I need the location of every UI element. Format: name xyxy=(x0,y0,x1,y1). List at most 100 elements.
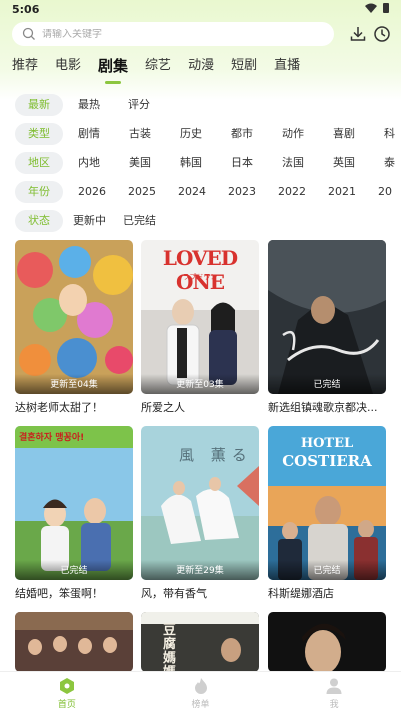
filter-label-type: 类型 xyxy=(15,123,63,145)
bottom-nav-profile[interactable]: 我 xyxy=(267,672,401,713)
series-card[interactable]: 豆腐媽媽 xyxy=(141,612,259,672)
episode-badge: 更新至29集 xyxy=(141,560,259,580)
filter-option[interactable]: 内地 xyxy=(78,152,129,174)
series-title: 达树老师太甜了！ xyxy=(15,401,103,414)
poster-image xyxy=(268,612,386,672)
filter-label-year: 年份 xyxy=(15,181,63,203)
wifi-icon xyxy=(365,3,377,13)
tab-live[interactable]: 直播 xyxy=(274,55,300,81)
bottom-nav-label: 首页 xyxy=(57,700,76,710)
poster-image: 결혼하자 맹꽁아! 已完结 xyxy=(15,426,133,580)
ranking-icon xyxy=(194,678,207,694)
poster-image: 風 薫る 更新至29集 xyxy=(141,426,259,580)
tab-anime[interactable]: 动漫 xyxy=(188,55,214,81)
poster-title-text: 결혼하자 맹꽁아! xyxy=(19,433,85,443)
filter-label-status: 状态 xyxy=(15,210,63,232)
bottom-nav-label: 我 xyxy=(329,700,339,710)
bottom-nav-home[interactable]: 首页 xyxy=(0,672,134,713)
poster-subtitle-text: COSTIERA xyxy=(282,452,372,470)
filter-option[interactable]: 2023 xyxy=(228,181,278,203)
status-icons xyxy=(365,3,389,13)
tab-movie[interactable]: 电影 xyxy=(55,55,81,81)
status-bar: 5:06 xyxy=(0,0,401,18)
filter-row-region: 地区 内地 美国 韩国 日本 法国 英国 泰 xyxy=(0,152,401,181)
poster-image: LOVED ONE ラブドワン 更新至03集 xyxy=(141,240,259,394)
filter-option[interactable]: 2025 xyxy=(128,181,178,203)
search-input[interactable] xyxy=(42,28,302,40)
series-card[interactable]: 風 薫る 更新至29集 风，带有香气 xyxy=(141,426,259,601)
poster-image: HOTEL COSTIERA 已完结 xyxy=(268,426,386,580)
series-title: 新选组镇魂歌京都决... xyxy=(268,401,378,414)
filter-option[interactable]: 泰 xyxy=(384,152,401,174)
filter-label-region: 地区 xyxy=(15,152,63,174)
filter-option[interactable]: 美国 xyxy=(129,152,180,174)
series-title: 所爱之人 xyxy=(141,401,185,414)
filter-option[interactable]: 历史 xyxy=(180,123,231,145)
filter-option[interactable]: 剧情 xyxy=(78,123,129,145)
filter-option[interactable]: 2021 xyxy=(328,181,378,203)
bottom-nav-label: 榜单 xyxy=(191,700,210,710)
episode-badge: 已完结 xyxy=(268,560,386,580)
category-tabs: 推荐 电影 剧集 综艺 动漫 短剧 直播 xyxy=(12,55,317,81)
poster-title-text: 豆腐媽媽 xyxy=(163,623,177,673)
poster-image: 更新至04集 xyxy=(15,240,133,394)
filter-option[interactable]: 古装 xyxy=(129,123,180,145)
poster-title-text: 風 薫る xyxy=(179,446,253,464)
filter-option[interactable]: 最热 xyxy=(78,94,128,116)
filter-option[interactable]: 2024 xyxy=(178,181,228,203)
series-title: 科斯缇娜酒店 xyxy=(268,587,334,600)
filter-sort-latest[interactable]: 最新 xyxy=(15,94,63,116)
filter-row-type: 类型 剧情 古装 历史 都市 动作 喜剧 科 xyxy=(0,123,401,152)
filter-option[interactable]: 已完结 xyxy=(123,210,173,232)
series-title: 风，带有香气 xyxy=(141,587,207,600)
episode-badge: 更新至03集 xyxy=(141,374,259,394)
bottom-nav-ranking[interactable]: 榜单 xyxy=(134,672,268,713)
series-card[interactable]: 已完结 新选组镇魂歌京都决... xyxy=(268,240,386,415)
series-title: 结婚吧，笨蛋啊！ xyxy=(15,587,103,600)
status-time: 5:06 xyxy=(12,3,40,16)
home-icon xyxy=(59,678,74,694)
poster-image xyxy=(15,612,133,672)
series-card[interactable]: HOTEL COSTIERA 已完结 科斯缇娜酒店 xyxy=(268,426,386,601)
tab-short-drama[interactable]: 短剧 xyxy=(231,55,257,81)
series-card[interactable]: LOVED ONE ラブドワン 更新至03集 所爱之人 xyxy=(141,240,259,415)
filter-option[interactable]: 20 xyxy=(378,181,401,203)
filter-option[interactable]: 日本 xyxy=(231,152,282,174)
filter-row-status: 状态 更新中 已完结 xyxy=(0,210,401,239)
poster-image: 已完结 xyxy=(268,240,386,394)
search-icon xyxy=(22,27,35,40)
filter-option[interactable]: 韩国 xyxy=(180,152,231,174)
filter-option[interactable]: 2026 xyxy=(78,181,128,203)
poster-image: 豆腐媽媽 xyxy=(141,612,259,672)
filter-option[interactable]: 喜剧 xyxy=(333,123,384,145)
profile-icon xyxy=(326,678,342,694)
filter-option[interactable]: 法国 xyxy=(282,152,333,174)
series-card[interactable] xyxy=(268,612,386,672)
episode-badge: 已完结 xyxy=(268,374,386,394)
filter-option[interactable]: 2022 xyxy=(278,181,328,203)
bottom-navigation: 首页 榜单 我 xyxy=(0,671,401,713)
poster-title-text: HOTEL xyxy=(300,436,354,451)
series-card[interactable]: 更新至04集 达树老师太甜了！ xyxy=(15,240,133,415)
tab-series[interactable]: 剧集 xyxy=(98,55,128,81)
episode-badge: 更新至04集 xyxy=(15,374,133,394)
filter-option[interactable]: 都市 xyxy=(231,123,282,145)
poster-subtitle-text: ラブドワン xyxy=(182,273,218,281)
history-icon[interactable] xyxy=(373,25,391,43)
poster-title-text: LOVED ONE xyxy=(162,246,238,294)
download-icon[interactable] xyxy=(349,25,367,43)
filter-row-year: 年份 2026 2025 2024 2023 2022 2021 20 xyxy=(0,181,401,210)
battery-icon xyxy=(383,3,389,13)
series-card[interactable] xyxy=(15,612,133,672)
filter-option[interactable]: 动作 xyxy=(282,123,333,145)
filter-option[interactable]: 评分 xyxy=(128,94,178,116)
tab-variety[interactable]: 综艺 xyxy=(145,55,171,81)
series-card[interactable]: 결혼하자 맹꽁아! 已完结 结婚吧，笨蛋啊！ xyxy=(15,426,133,601)
filter-option[interactable]: 英国 xyxy=(333,152,384,174)
tab-recommend[interactable]: 推荐 xyxy=(12,55,38,81)
filter-panel: 最新 最热 评分 类型 剧情 古装 历史 都市 动作 喜剧 科 地区 内地 美国… xyxy=(0,94,401,239)
filter-option[interactable]: 科 xyxy=(384,123,401,145)
filter-option[interactable]: 更新中 xyxy=(73,210,123,232)
search-bar[interactable] xyxy=(12,22,334,46)
episode-badge: 已完结 xyxy=(15,560,133,580)
